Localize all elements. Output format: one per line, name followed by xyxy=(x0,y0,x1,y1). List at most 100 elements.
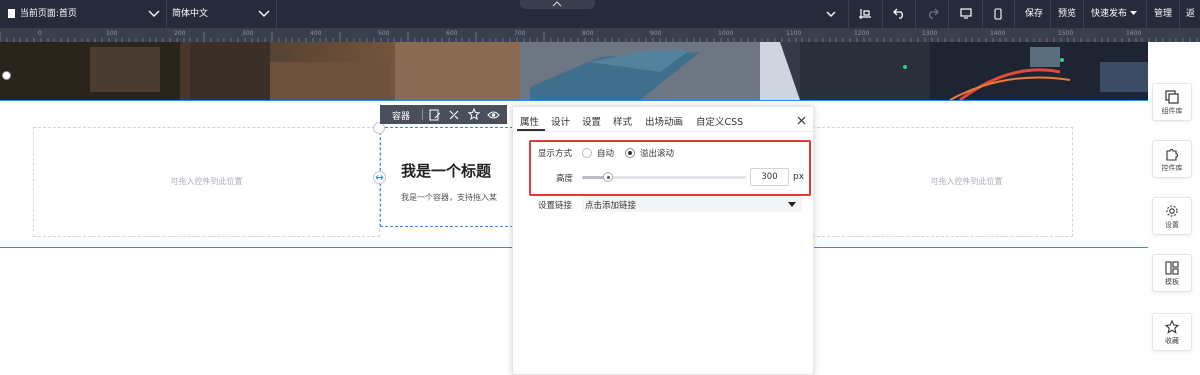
current-page-selector[interactable]: 当前页面:首页 xyxy=(8,0,77,28)
container-body-text[interactable]: 我是一个容器，支持拖入某 xyxy=(401,192,513,203)
redo-button[interactable] xyxy=(926,0,939,28)
ruler-tick-label: 1000 xyxy=(718,30,734,37)
sidebar-item-widget-library[interactable]: 控件库 xyxy=(1152,140,1192,178)
sidebar-item-component-library[interactable]: 组件库 xyxy=(1152,83,1192,121)
divider xyxy=(1083,0,1084,28)
side-resize-handle[interactable] xyxy=(373,171,386,184)
sidebar-item-label: 组件库 xyxy=(1161,107,1183,115)
ruler-tick-label: 700 xyxy=(514,30,526,37)
toolbar-divider xyxy=(422,109,423,120)
align-icon xyxy=(859,8,871,19)
sidebar-item-label: 设置 xyxy=(1165,221,1179,229)
divider xyxy=(915,0,916,28)
chevron-up-icon xyxy=(552,1,562,7)
container-heading[interactable]: 我是一个标题 xyxy=(401,160,491,181)
language-dropdown[interactable] xyxy=(258,0,270,28)
eye-icon[interactable] xyxy=(487,109,500,121)
tab-custom-css[interactable]: 自定义CSS xyxy=(696,114,743,128)
tools-icon[interactable] xyxy=(448,109,460,121)
ruler-tick-label: 100 xyxy=(106,30,118,37)
link-label: 设置链接 xyxy=(538,201,573,211)
tab-style[interactable]: 样式 xyxy=(613,114,632,128)
divider xyxy=(948,0,949,28)
ruler-tick-label: 900 xyxy=(650,30,662,37)
height-label: 高度 xyxy=(556,174,574,184)
save-button[interactable]: 保存 xyxy=(1025,0,1043,28)
star-icon[interactable] xyxy=(468,108,480,120)
current-page-dropdown[interactable] xyxy=(148,0,160,28)
selected-container[interactable]: 我是一个标题 我是一个容器，支持拖入某 xyxy=(380,127,513,227)
align-button[interactable] xyxy=(858,0,872,28)
edit-icon[interactable] xyxy=(429,109,441,121)
banner-image xyxy=(0,42,1148,100)
mobile-icon xyxy=(994,7,1002,20)
undo-icon xyxy=(893,8,903,19)
sidebar-item-templates[interactable]: 模板 xyxy=(1152,254,1192,292)
radio-scroll-dot xyxy=(628,151,632,155)
divider xyxy=(848,0,849,28)
mobile-view-button[interactable] xyxy=(994,0,1002,28)
divider xyxy=(1050,0,1051,28)
resize-horizontal-icon xyxy=(375,175,384,180)
divider xyxy=(1146,0,1147,28)
link-placeholder: 点击添加链接 xyxy=(585,201,637,211)
page-icon xyxy=(8,9,15,18)
collapse-button[interactable] xyxy=(826,0,836,28)
thumb-dot xyxy=(606,175,610,179)
star-icon xyxy=(1165,320,1179,334)
sidebar-item-label: 收藏 xyxy=(1165,337,1179,345)
collapse-handle[interactable] xyxy=(520,0,595,9)
close-icon[interactable] xyxy=(797,116,806,125)
drop-zone-right[interactable]: 可拖入控件到此位置 xyxy=(812,127,1073,237)
back-button[interactable]: 返回 xyxy=(1186,0,1200,47)
property-panel: 属性 设计 设置 样式 出场动画 自定义CSS 显示方式 自动 溢出滚动 高度 … xyxy=(512,106,814,375)
language-label: 简体中文 xyxy=(172,9,209,19)
height-input[interactable]: 300 xyxy=(750,168,789,186)
tab-settings[interactable]: 设置 xyxy=(582,114,601,128)
link-select[interactable]: 点击添加链接 xyxy=(582,197,802,212)
tabs-divider xyxy=(513,131,813,132)
puzzle-icon xyxy=(1166,149,1178,161)
drop-hint: 可拖入控件到此位置 xyxy=(170,177,243,186)
current-page-label: 当前页面:首页 xyxy=(19,9,77,19)
tab-properties[interactable]: 属性 xyxy=(520,114,539,128)
ruler-tick-label: 800 xyxy=(582,30,594,37)
resize-handle[interactable] xyxy=(2,71,11,80)
ruler-tick-label: 600 xyxy=(446,30,458,37)
manage-button[interactable]: 管理 xyxy=(1154,0,1172,28)
sidebar-item-label: 控件库 xyxy=(1161,164,1183,172)
sidebar-item-favorites[interactable]: 收藏 xyxy=(1152,313,1192,351)
undo-button[interactable] xyxy=(893,0,906,28)
caret-down-icon xyxy=(1129,11,1137,15)
gear-icon xyxy=(1166,205,1178,217)
display-mode-label: 显示方式 xyxy=(538,149,573,159)
divider xyxy=(1179,0,1180,28)
desktop-icon xyxy=(960,8,972,19)
container-type-label: 容器 xyxy=(392,112,411,122)
radio-scroll[interactable] xyxy=(625,148,635,158)
container-toolbar: 容器 xyxy=(380,105,507,124)
desktop-view-button[interactable] xyxy=(960,0,972,28)
ruler-tick-label: 400 xyxy=(310,30,322,37)
horizontal-ruler[interactable]: 0 100 200 300 400 500 600 700 800 900 1000 1100 1200… xyxy=(0,28,1200,42)
radio-auto[interactable] xyxy=(582,148,592,158)
radio-scroll-label[interactable]: 溢出滚动 xyxy=(640,147,674,159)
tab-design[interactable]: 设计 xyxy=(551,114,570,128)
quick-publish-label: 快速发布 xyxy=(1091,9,1128,19)
radio-auto-label[interactable]: 自动 xyxy=(597,147,614,159)
divider xyxy=(982,0,983,28)
height-slider[interactable] xyxy=(582,172,746,182)
language-selector[interactable]: 简体中文 xyxy=(172,0,208,28)
tab-animation[interactable]: 出场动画 xyxy=(645,114,683,128)
chevron-down-icon xyxy=(826,11,836,17)
ruler-tick-label: 1600 xyxy=(1126,30,1142,37)
ruler-tick-label: 200 xyxy=(174,30,186,37)
ruler-tick-label: 1400 xyxy=(990,30,1006,37)
preview-button[interactable]: 预览 xyxy=(1058,0,1076,28)
ruler-tick-label: 1500 xyxy=(1058,30,1074,37)
sidebar-item-label: 模板 xyxy=(1165,278,1179,286)
caret-down-icon xyxy=(788,202,796,207)
drop-zone-left[interactable]: 可拖入控件到此位置 xyxy=(33,127,380,237)
quick-publish-button[interactable]: 快速发布 xyxy=(1091,0,1137,28)
sidebar-item-settings[interactable]: 设置 xyxy=(1152,197,1192,235)
